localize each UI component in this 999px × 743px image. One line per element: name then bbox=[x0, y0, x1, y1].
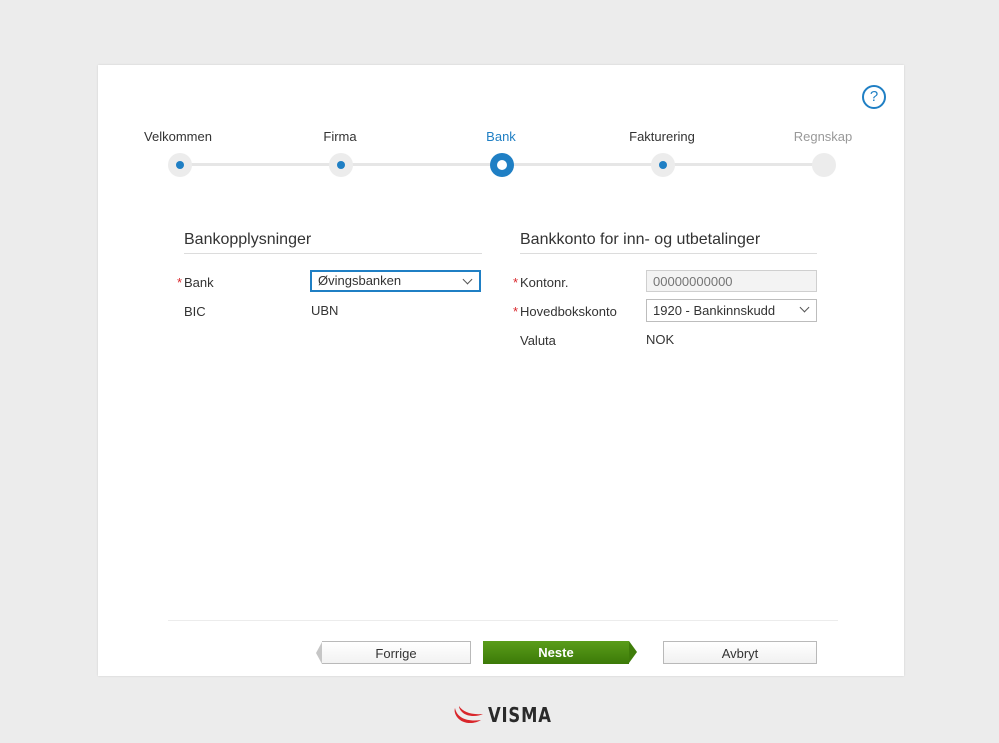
account-title: Bankkonto for inn- og utbetalinger bbox=[520, 231, 817, 254]
ledger-label: Hovedbokskonto bbox=[520, 304, 617, 319]
currency-value: NOK bbox=[646, 332, 675, 347]
bic-value: UBN bbox=[311, 303, 339, 318]
chevron-down-icon bbox=[799, 302, 810, 313]
bank-label: Bank bbox=[184, 275, 214, 290]
chevron-down-icon bbox=[462, 274, 473, 285]
ledger-select-value: 1920 - Bankinnskudd bbox=[653, 303, 776, 318]
next-button[interactable]: Neste bbox=[483, 641, 637, 664]
help-icon[interactable]: ? bbox=[862, 85, 886, 109]
cancel-button[interactable]: Avbryt bbox=[663, 641, 817, 664]
step-dot-regnskap bbox=[812, 153, 836, 177]
visma-logo-icon bbox=[454, 706, 483, 724]
required-marker: * bbox=[513, 304, 519, 319]
account-no-label: Kontonr. bbox=[520, 275, 569, 290]
bank-info-title: Bankopplysninger bbox=[184, 231, 482, 254]
required-marker: * bbox=[513, 275, 519, 290]
step-dot-velkommen[interactable] bbox=[168, 153, 192, 177]
ledger-select[interactable]: 1920 - Bankinnskudd bbox=[646, 299, 817, 322]
account-no-input[interactable] bbox=[646, 270, 817, 292]
step-label-firma[interactable]: Firma bbox=[323, 129, 356, 144]
step-label-bank[interactable]: Bank bbox=[486, 129, 516, 144]
step-dot-bank[interactable] bbox=[490, 153, 514, 177]
step-label-velkommen[interactable]: Velkommen bbox=[144, 129, 212, 144]
footer-divider bbox=[168, 620, 838, 621]
bank-select[interactable]: Øvingsbanken bbox=[310, 270, 481, 292]
required-marker: * bbox=[177, 275, 183, 290]
bank-select-value: Øvingsbanken bbox=[318, 273, 402, 288]
bic-label: BIC bbox=[184, 304, 206, 319]
previous-button[interactable]: Forrige bbox=[316, 641, 471, 664]
step-dot-firma[interactable] bbox=[329, 153, 353, 177]
currency-label: Valuta bbox=[520, 333, 556, 348]
step-label-fakturering[interactable]: Fakturering bbox=[629, 129, 695, 144]
step-dot-fakturering[interactable] bbox=[651, 153, 675, 177]
visma-logo-text: VISMA bbox=[488, 703, 552, 727]
step-label-regnskap: Regnskap bbox=[793, 129, 853, 144]
